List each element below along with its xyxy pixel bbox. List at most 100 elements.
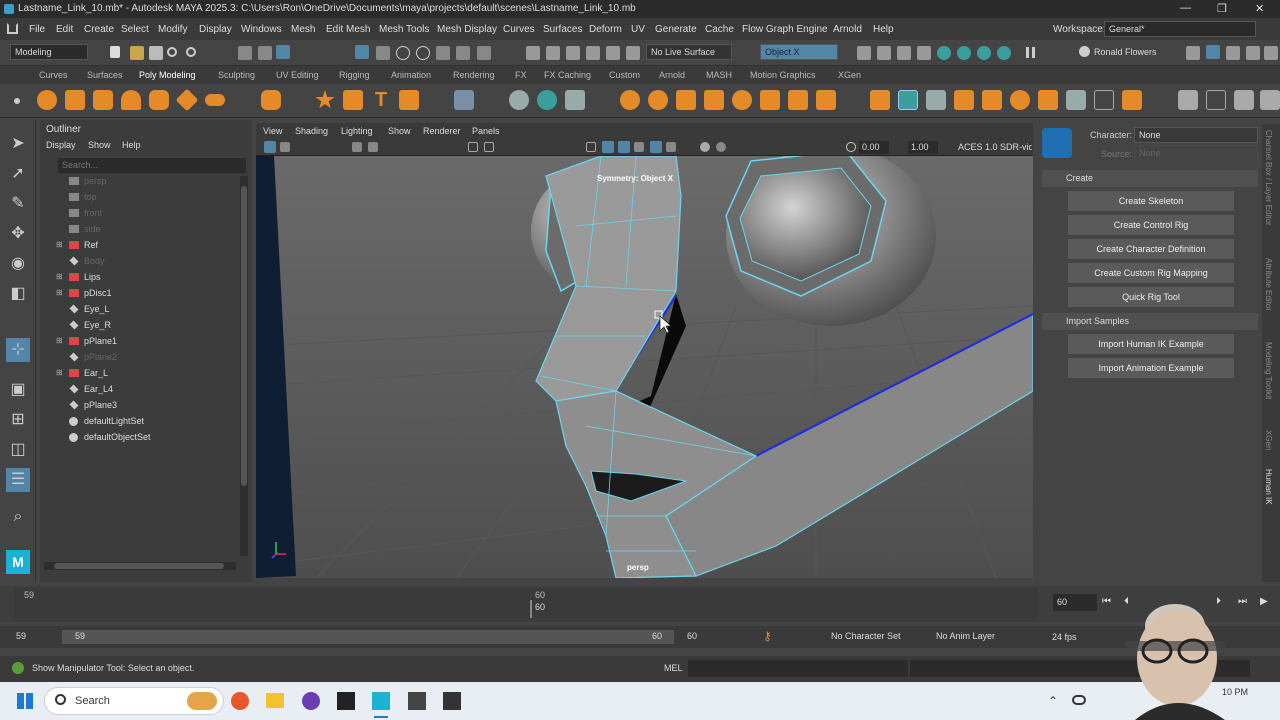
create-character-definition-button[interactable]: Create Character Definition (1068, 239, 1234, 259)
connect-icon[interactable] (1122, 90, 1142, 110)
outliner-item[interactable]: front (40, 206, 240, 222)
outliner-menu-help[interactable]: Help (122, 140, 141, 150)
shelf-tab-rigging[interactable]: Rigging (339, 70, 370, 80)
single-perspective-layout-icon[interactable]: ▣ (6, 378, 30, 402)
shelf-tab-animation[interactable]: Animation (391, 70, 431, 80)
menu-display[interactable]: Display (199, 24, 232, 35)
camera-icon[interactable] (917, 46, 931, 60)
bevel-icon[interactable] (926, 90, 946, 110)
poly-disc-icon[interactable] (205, 94, 225, 106)
menu-file[interactable]: File (29, 24, 45, 35)
construction-history-icon[interactable] (526, 46, 540, 60)
hypershade-icon[interactable] (626, 46, 640, 60)
outliner-search-input[interactable]: Search... (58, 158, 246, 173)
select-hierarchy-icon[interactable] (238, 46, 252, 60)
create-skeleton-button[interactable]: Create Skeleton (1068, 191, 1234, 211)
perspective-viewport[interactable]: Symmetry: Object X persp (256, 156, 1033, 578)
select-object-icon[interactable] (258, 46, 272, 60)
automatic-uv-icon[interactable] (1234, 90, 1254, 110)
workspace-layout-icon-4[interactable] (1246, 46, 1260, 60)
bookmarks-icon[interactable] (352, 142, 362, 152)
expand-toggle-icon[interactable]: ⊞ (56, 368, 63, 377)
paint-select-tool-icon[interactable]: ✎ (6, 192, 30, 216)
outliner-item[interactable]: pPlane2 (40, 350, 240, 366)
planar-uv-icon[interactable] (1178, 90, 1198, 110)
home-icon[interactable] (7, 23, 18, 34)
circularize-icon[interactable] (1094, 90, 1114, 110)
ambient-occlusion-icon[interactable] (716, 142, 726, 152)
quick-rig-tool-button[interactable]: Quick Rig Tool (1068, 287, 1234, 307)
colorspace-dropdown[interactable]: ACES 1.0 SDR-vid (958, 142, 1032, 152)
input-output-icon[interactable] (477, 46, 491, 60)
range-bar[interactable] (62, 630, 674, 644)
create-control-rig-button[interactable]: Create Control Rig (1068, 215, 1234, 235)
multi-cut-icon[interactable] (537, 90, 557, 110)
sculpt-mode-icon[interactable] (897, 46, 911, 60)
smooth-shade-icon[interactable] (602, 141, 614, 153)
outliner-item[interactable]: Body (40, 254, 240, 270)
create-custom-rig-mapping-button[interactable]: Create Custom Rig Mapping (1068, 263, 1234, 283)
select-component-icon[interactable] (276, 45, 290, 59)
mirror-icon[interactable] (760, 90, 780, 110)
save-scene-icon[interactable] (149, 46, 163, 60)
soft-select-icon[interactable] (857, 46, 871, 60)
shelf-settings-icon[interactable] (14, 98, 20, 104)
outliner-menu-display[interactable]: Display (46, 140, 76, 150)
character-dropdown[interactable]: None (1134, 127, 1258, 143)
svg-tool-icon[interactable] (399, 90, 419, 110)
outliner-item[interactable]: defaultObjectSet (40, 430, 240, 446)
source-dropdown[interactable]: None (1134, 145, 1258, 161)
expand-toggle-icon[interactable]: ⊞ (56, 272, 63, 281)
menu-windows[interactable]: Windows (241, 24, 282, 35)
shelf-tab-arnold[interactable]: Arnold (659, 70, 685, 80)
history-icon[interactable] (456, 46, 470, 60)
minimize-button[interactable]: — (1180, 2, 1191, 14)
snap-live-icon[interactable] (436, 46, 450, 60)
render-sequence-icon[interactable] (937, 46, 951, 60)
menu-create[interactable]: Create (84, 24, 114, 35)
outliner-hscroll-thumb[interactable] (54, 563, 224, 569)
expand-toggle-icon[interactable]: ⊞ (56, 288, 63, 297)
side-tab-modeling-toolkit[interactable]: Modeling Toolkit (1264, 342, 1273, 399)
menu-modify[interactable]: Modify (158, 24, 187, 35)
menu-edit-mesh[interactable]: Edit Mesh (326, 24, 370, 35)
menu-mesh-display[interactable]: Mesh Display (437, 24, 497, 35)
combine-icon[interactable] (620, 90, 640, 110)
redo-icon[interactable] (186, 47, 196, 57)
menu-deform[interactable]: Deform (589, 24, 622, 35)
average-vertices-icon[interactable] (788, 90, 808, 110)
snap-curve-icon[interactable] (376, 46, 390, 60)
exposure-field[interactable]: 0.00 (859, 141, 889, 154)
workspace-layout-icon-3[interactable] (1226, 46, 1240, 60)
maya-taskbar-icon[interactable] (372, 692, 390, 710)
shelf-tab-rendering[interactable]: Rendering (453, 70, 495, 80)
command-input[interactable] (688, 660, 908, 677)
shelf-tab-custom[interactable]: Custom (609, 70, 640, 80)
workspace-layout-icon-1[interactable] (1186, 46, 1200, 60)
expand-toggle-icon[interactable]: ⊞ (56, 240, 63, 249)
smooth-icon[interactable] (704, 90, 724, 110)
snap-point-icon[interactable] (396, 46, 410, 60)
wireframe-on-shaded-icon[interactable] (618, 141, 630, 153)
script-language-toggle[interactable]: MEL (664, 663, 683, 673)
shelf-tab-motion-graphics[interactable]: Motion Graphics (750, 70, 816, 80)
menu-generate[interactable]: Generate (655, 24, 697, 35)
go-to-start-icon[interactable]: ⏮ (1102, 596, 1111, 607)
workspace-layout-icon-2[interactable] (1206, 45, 1220, 59)
outliner-item[interactable]: ⊞ pDisc1 (40, 286, 240, 302)
side-tab-xgen[interactable]: XGen (1264, 430, 1273, 450)
maya-home-icon[interactable]: M (6, 550, 30, 574)
shelf-tab-curves[interactable]: Curves (39, 70, 68, 80)
import-human-ik-example-button[interactable]: Import Human IK Example (1068, 334, 1234, 354)
app-icon-film[interactable] (443, 692, 461, 710)
wireframe-icon[interactable] (586, 142, 596, 152)
film-gate-icon[interactable] (484, 142, 494, 152)
current-time-marker[interactable] (530, 600, 532, 618)
outliner-item[interactable]: persp (40, 174, 240, 190)
sculpt-tools-icon[interactable] (509, 90, 529, 110)
menu-arnold[interactable]: Arnold (833, 24, 862, 35)
offset-edge-loop-icon[interactable] (1010, 90, 1030, 110)
menu-set-dropdown[interactable]: Modeling (10, 44, 88, 60)
open-scene-icon[interactable] (130, 46, 144, 60)
current-frame-field[interactable]: 60 (1053, 594, 1097, 611)
